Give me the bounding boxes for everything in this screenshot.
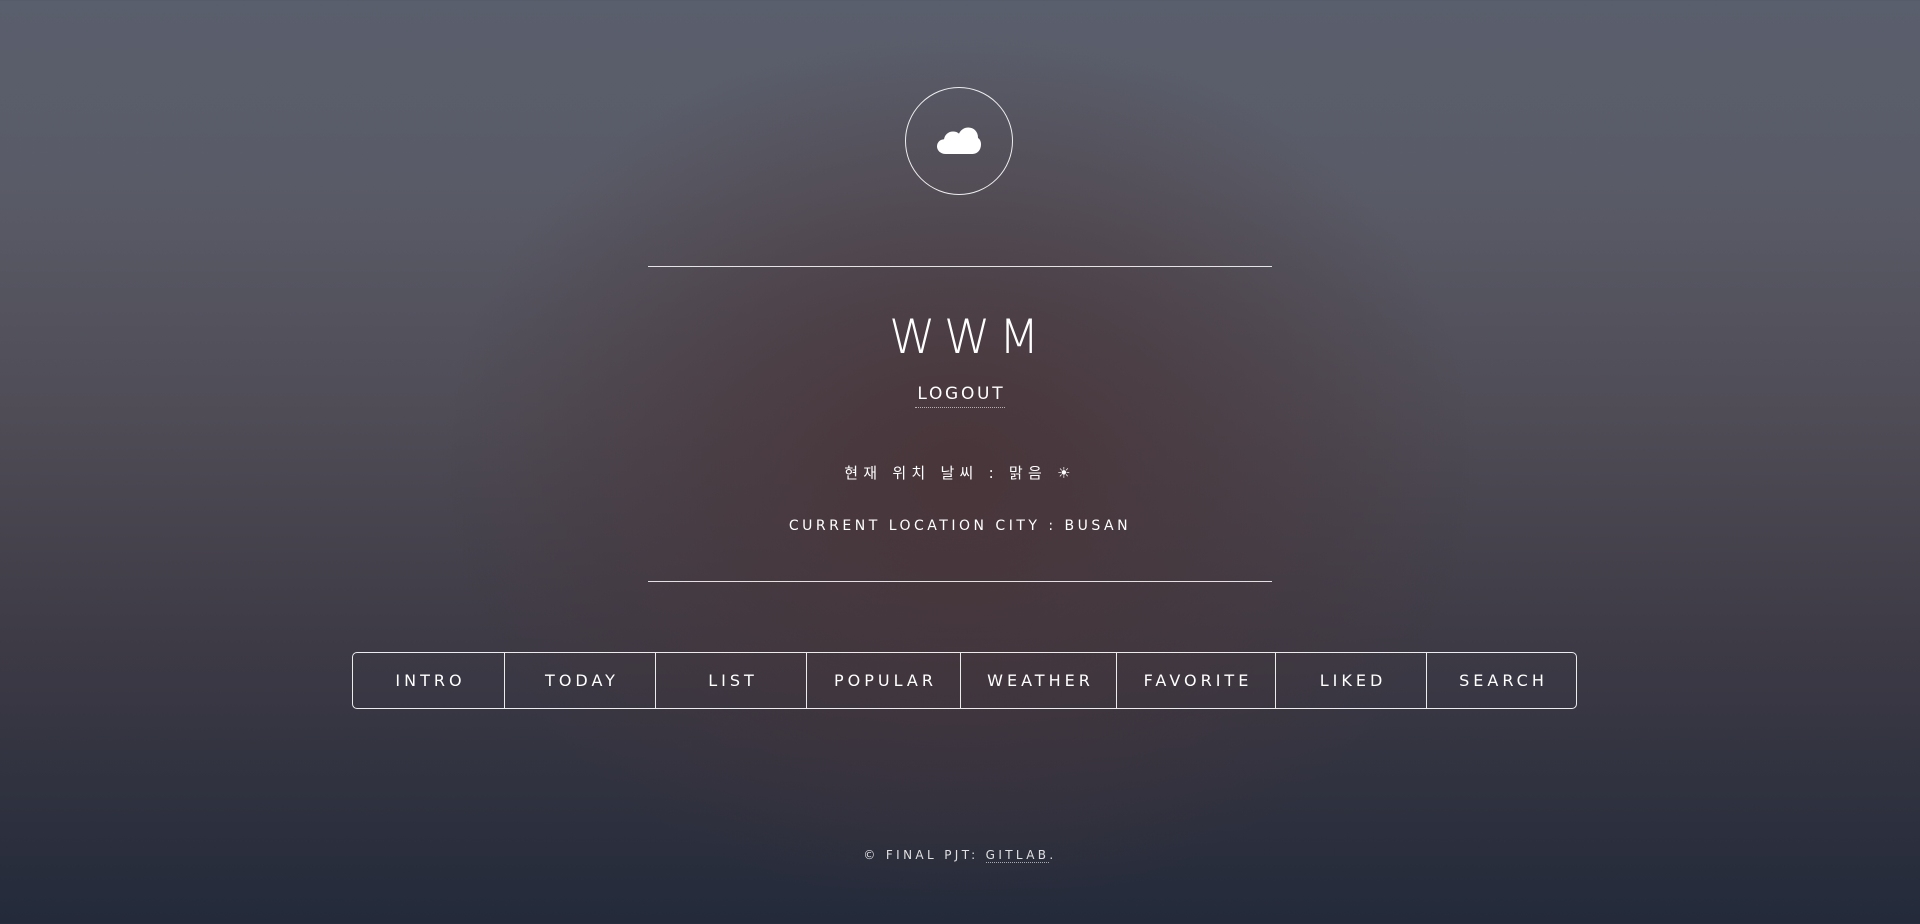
nav-item-weather[interactable]: WEATHER <box>960 653 1116 708</box>
footer: © FINAL PJT: GITLAB. <box>0 846 1920 864</box>
header-divider-top <box>648 266 1272 267</box>
logout-container: LOGOUT <box>0 383 1920 408</box>
gitlab-link[interactable]: GITLAB <box>985 848 1050 863</box>
nav-item-favorite[interactable]: FAVORITE <box>1116 653 1275 708</box>
nav-item-today[interactable]: TODAY <box>504 653 655 708</box>
weather-status: 현재 위치 날씨 : 맑음 ☀ <box>844 464 1076 482</box>
footer-prefix: © FINAL PJT: <box>863 848 986 862</box>
nav-item-liked[interactable]: LIKED <box>1275 653 1426 708</box>
nav-item-search[interactable]: SEARCH <box>1426 653 1576 708</box>
nav-item-list[interactable]: LIST <box>655 653 806 708</box>
page: WWM LOGOUT 현재 위치 날씨 : 맑음 ☀ CURRENT LOCAT… <box>0 0 1920 924</box>
footer-suffix: . <box>1049 848 1057 862</box>
nav-item-popular[interactable]: POPULAR <box>806 653 960 708</box>
header-divider-bottom <box>648 581 1272 582</box>
site-title: WWM <box>889 310 1048 365</box>
logout-link[interactable]: LOGOUT <box>914 383 1006 408</box>
logo-circle <box>905 87 1013 195</box>
nav-item-intro[interactable]: INTRO <box>353 653 504 708</box>
location-city: CURRENT LOCATION CITY : BUSAN <box>788 518 1132 534</box>
cloud-icon <box>936 126 982 156</box>
main-nav: INTRO TODAY LIST POPULAR WEATHER FAVORIT… <box>352 652 1577 709</box>
